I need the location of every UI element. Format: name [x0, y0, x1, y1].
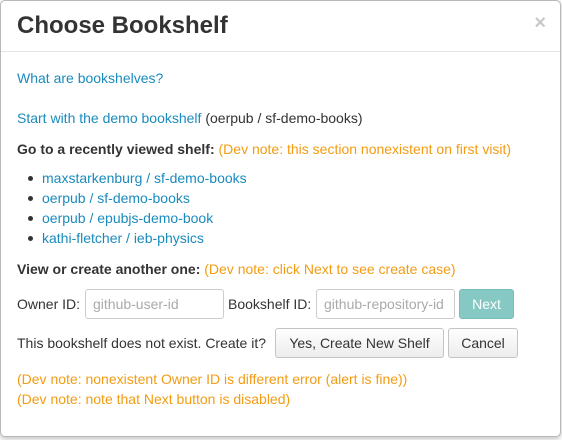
recent-shelf-link[interactable]: maxstarkenburg / sf-demo-books — [42, 170, 247, 186]
create-heading: View or create another one: — [17, 261, 201, 277]
dev-note-owner-error: (Dev note: nonexistent Owner ID is diffe… — [17, 371, 408, 387]
choose-bookshelf-dialog: Choose Bookshelf × What are bookshelves?… — [0, 0, 561, 437]
list-item: kathi-fletcher / ieb-physics — [25, 229, 247, 249]
create-dev-note: (Dev note: click Next to see create case… — [204, 261, 456, 277]
create-heading-line: View or create another one: (Dev note: c… — [17, 260, 456, 278]
owner-id-input[interactable] — [85, 289, 224, 319]
recent-heading: Go to a recently viewed shelf: — [17, 141, 215, 157]
list-item: oerpub / epubjs-demo-book — [25, 209, 247, 229]
bookshelf-id-label: Bookshelf ID: — [228, 296, 312, 312]
demo-line: Start with the demo bookshelf (oerpub / … — [17, 109, 363, 127]
list-item: oerpub / sf-demo-books — [25, 189, 247, 209]
next-button[interactable]: Next — [459, 289, 514, 319]
dev-note-next-disabled: (Dev note: note that Next button is disa… — [17, 391, 291, 407]
recent-shelf-link[interactable]: oerpub / sf-demo-books — [42, 190, 190, 206]
not-exist-message: This bookshelf does not exist. Create it… — [17, 335, 267, 351]
recent-shelf-link[interactable]: kathi-fletcher / ieb-physics — [42, 230, 204, 246]
cancel-button[interactable]: Cancel — [448, 328, 518, 358]
close-icon[interactable]: × — [534, 12, 546, 34]
recent-dev-note: (Dev note: this section nonexistent on f… — [218, 141, 512, 157]
create-new-shelf-button[interactable]: Yes, Create New Shelf — [275, 328, 444, 358]
dialog-header: Choose Bookshelf × — [1, 1, 560, 52]
bookshelf-id-input[interactable] — [316, 289, 455, 319]
owner-id-label: Owner ID: — [17, 296, 81, 312]
recent-heading-line: Go to a recently viewed shelf: (Dev note… — [17, 140, 511, 158]
demo-bookshelf-suffix: (oerpub / sf-demo-books) — [205, 110, 363, 126]
recent-shelf-link[interactable]: oerpub / epubjs-demo-book — [42, 210, 213, 226]
list-item: maxstarkenburg / sf-demo-books — [25, 169, 247, 189]
recent-shelves-list: maxstarkenburg / sf-demo-books oerpub / … — [25, 169, 247, 249]
what-are-bookshelves-link[interactable]: What are bookshelves? — [17, 69, 163, 87]
demo-bookshelf-link[interactable]: Start with the demo bookshelf — [17, 110, 201, 126]
dialog-title: Choose Bookshelf — [17, 12, 228, 39]
